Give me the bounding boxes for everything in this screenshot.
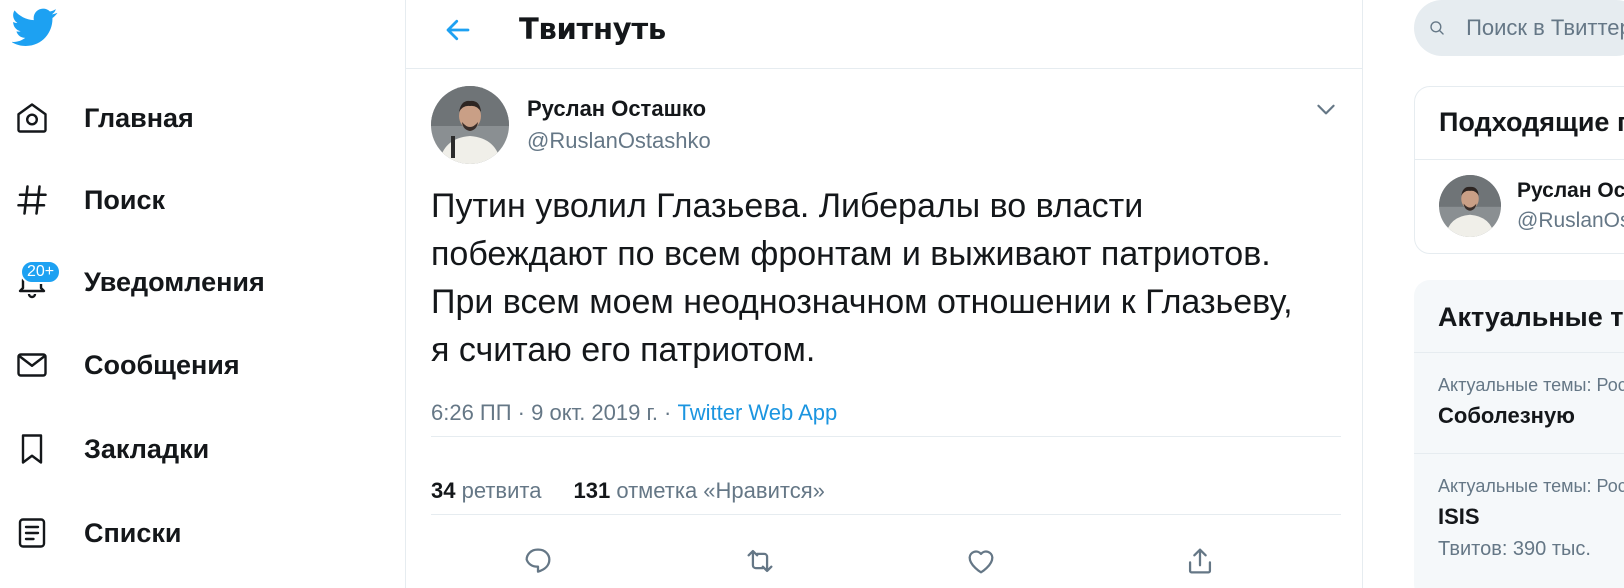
nav-item-search[interactable]: Поиск (12, 172, 165, 228)
divider (1415, 159, 1624, 160)
like-button[interactable] (964, 544, 1004, 584)
share-icon (1188, 548, 1212, 574)
related-users-card: Подходящие пользователи Руслан Осташко @… (1414, 86, 1624, 254)
tweet-meta: 6:26 ПП · 9 окт. 2019 г. · Twitter Web A… (431, 400, 837, 426)
list-icon (12, 513, 52, 553)
twitter-logo-icon[interactable] (11, 4, 60, 50)
tweet-timestamp[interactable]: 6:26 ПП · 9 окт. 2019 г. · (431, 400, 677, 425)
trend-name: Соболезную (1438, 403, 1575, 428)
author-handle[interactable]: @RuslanOstashko (527, 128, 711, 154)
home-icon (12, 98, 52, 138)
search-input[interactable]: Поиск в Твиттере (1414, 0, 1624, 56)
author-name[interactable]: Руслан Осташко (527, 96, 706, 122)
main-column: Твитнуть Руслан Осташко @RuslanOstashko … (405, 0, 1363, 588)
chevron-down-icon (1317, 104, 1335, 115)
hashtag-icon (12, 180, 52, 220)
reply-icon (525, 548, 551, 573)
more-options-button[interactable] (1313, 96, 1341, 124)
nav-item-notifications[interactable]: 20+ Уведомления (12, 254, 265, 310)
trend-item[interactable]: Актуальные темы: Россия Соболезную (1414, 353, 1624, 453)
right-sidebar: Поиск в Твиттере Подходящие пользователи… (1414, 0, 1624, 588)
retweets-label: ретвита (461, 478, 542, 503)
nav-label: Списки (84, 517, 182, 548)
trend-tweet-count: Твитов: 390 тыс. (1438, 538, 1591, 560)
retweets-count: 34 (431, 478, 456, 503)
trends-card: Актуальные темы Актуальные темы: Россия … (1414, 280, 1624, 588)
trend-context: Актуальные темы: Россия (1438, 476, 1624, 496)
nav-label: Уведомления (84, 266, 265, 297)
back-button[interactable] (434, 6, 482, 54)
likes-count: 131 (573, 478, 611, 503)
nav-item-bookmarks[interactable]: Закладки (12, 421, 209, 477)
related-user-name[interactable]: Руслан Осташко (1517, 179, 1624, 203)
avatar[interactable] (1439, 175, 1501, 237)
share-button[interactable] (1183, 544, 1223, 584)
nav-label: Поиск (84, 184, 166, 215)
likes-label: отметка «Нравится» (616, 478, 825, 503)
arrow-left-icon (446, 19, 470, 41)
divider (431, 514, 1341, 515)
envelope-icon (12, 345, 52, 385)
bell-icon: 20+ (12, 260, 62, 302)
related-users-title: Подходящие пользователи (1439, 107, 1624, 137)
notification-badge: 20+ (20, 260, 62, 284)
divider (431, 436, 1341, 437)
nav-item-messages[interactable]: Сообщения (12, 337, 240, 393)
trend-context: Актуальные темы: Россия (1438, 375, 1624, 395)
tweet-source-link[interactable]: Twitter Web App (677, 400, 837, 425)
nav-label: Закладки (84, 433, 210, 464)
related-user-handle[interactable]: @RuslanOstashko (1517, 209, 1624, 233)
trend-name: ISIS (1438, 504, 1480, 529)
search-icon (1430, 21, 1444, 35)
avatar[interactable] (431, 86, 509, 164)
trend-item[interactable]: Актуальные темы: Россия ISIS Твитов: 390… (1414, 454, 1624, 584)
trends-title: Актуальные темы (1438, 302, 1624, 332)
bookmark-icon (12, 429, 52, 469)
tweet-stats: 34 ретвита 131 отметка «Нравится» (431, 478, 825, 504)
heart-icon (968, 550, 994, 574)
search-placeholder: Поиск в Твиттере (1466, 15, 1624, 40)
tweet-text: Путин уволил Глазьева. Либералы во власт… (431, 187, 1293, 369)
nav-label: Главная (84, 102, 194, 133)
retweet-button[interactable] (743, 544, 783, 584)
page-title: Твитнуть (519, 12, 666, 46)
retweets-stat[interactable]: 34 ретвита (431, 478, 541, 504)
left-navigation: Главная Поиск 20+ Уведомления Сообщения … (0, 0, 392, 588)
nav-item-home[interactable]: Главная (12, 90, 194, 146)
likes-stat[interactable]: 131 отметка «Нравится» (573, 478, 824, 504)
nav-item-lists[interactable]: Списки (12, 505, 182, 561)
retweet-icon (747, 549, 773, 573)
nav-label: Сообщения (84, 349, 240, 380)
page-header: Твитнуть (406, 0, 1362, 69)
reply-button[interactable] (521, 544, 561, 584)
